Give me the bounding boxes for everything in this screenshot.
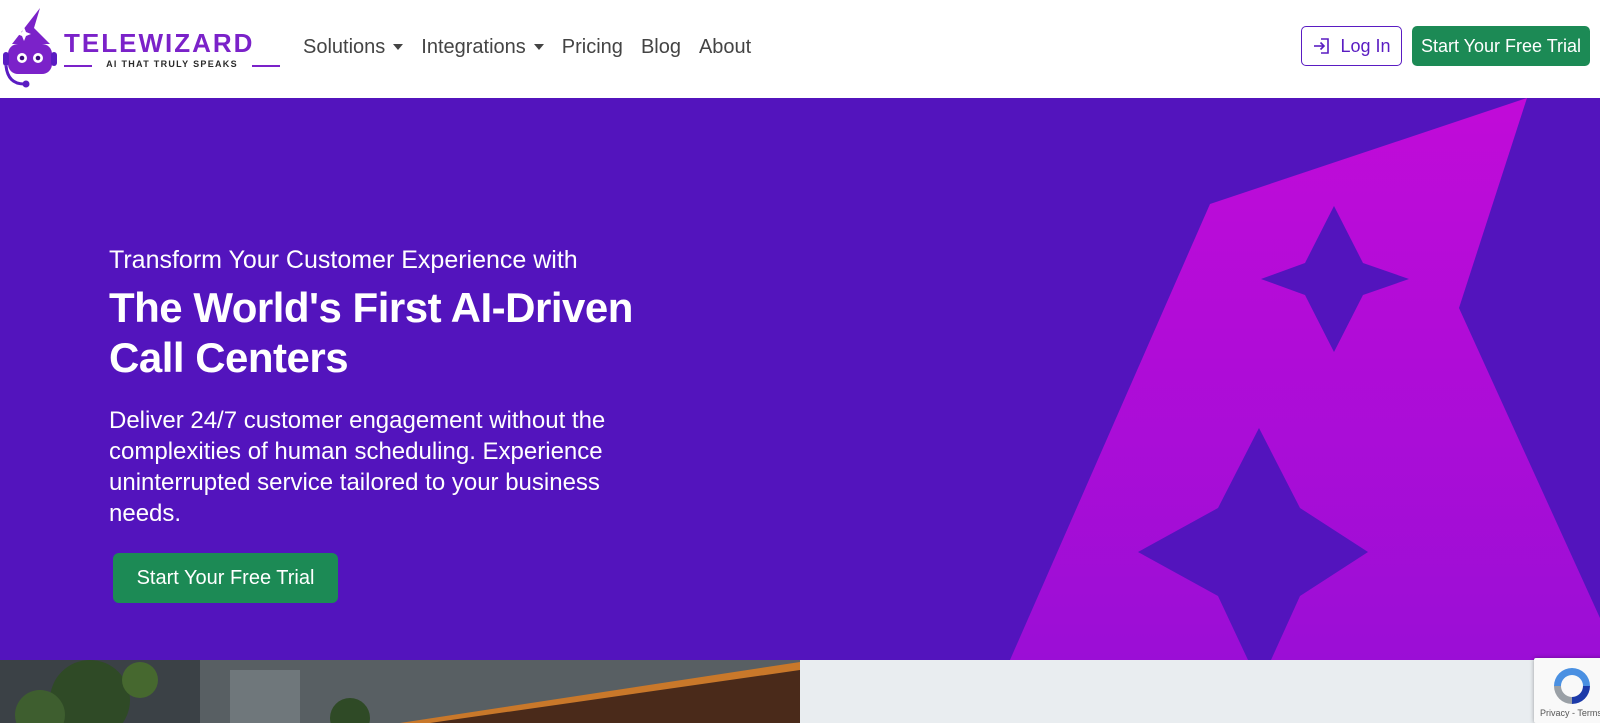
hero-title: The World's First AI-Driven Call Centers — [109, 284, 633, 381]
login-label: Log In — [1340, 35, 1391, 56]
hero-description: Deliver 24/7 customer engagement without… — [109, 407, 606, 527]
content-panel — [800, 660, 1600, 723]
nav-solutions-dropdown[interactable]: Solutions — [303, 35, 404, 59]
tagline-divider-right — [252, 65, 280, 67]
chevron-down-icon — [533, 44, 544, 50]
recaptcha-icon — [1554, 668, 1590, 704]
hero-free-trial-button[interactable]: Start Your Free Trial — [113, 553, 338, 603]
nav-about-link[interactable]: About — [699, 36, 751, 59]
nav-about-label: About — [698, 35, 752, 58]
office-photo — [0, 660, 800, 723]
navbar: TELEWIZARD AI THAT TRULY SPEAKS Solution… — [0, 0, 1600, 99]
login-button[interactable]: Log In — [1301, 26, 1402, 66]
brand-name: TELEWIZARD — [64, 28, 255, 58]
wizard-robot-icon — [3, 8, 57, 88]
nav-pricing-link[interactable]: Pricing — [562, 36, 623, 59]
nav-pricing-label: Pricing — [561, 35, 623, 58]
nav-free-trial-label: Start Your Free Trial — [1420, 35, 1582, 56]
brand-logo[interactable]: TELEWIZARD AI THAT TRULY SPEAKS — [0, 6, 290, 90]
nav-solutions-label: Solutions — [303, 35, 386, 58]
tagline-divider-left — [64, 65, 92, 67]
recaptcha-links[interactable]: Privacy - Terms — [1540, 708, 1600, 718]
nav-integrations-label: Integrations — [421, 35, 526, 58]
nav-integrations-dropdown[interactable]: Integrations — [421, 36, 544, 59]
main-nav: Solutions Integrations Pricing Blog Abou… — [303, 30, 769, 64]
office-photo-image — [0, 660, 800, 723]
brand-tagline-wrap: AI THAT TRULY SPEAKS — [64, 59, 280, 71]
nav-free-trial-button[interactable]: Start Your Free Trial — [1412, 26, 1590, 66]
hero-free-trial-label: Start Your Free Trial — [136, 566, 315, 589]
brand-tagline: AI THAT TRULY SPEAKS — [106, 59, 238, 69]
hero-copy: Transform Your Customer Experience with … — [109, 245, 669, 529]
hero-section: Transform Your Customer Experience with … — [0, 98, 1600, 660]
hero-kicker: Transform Your Customer Experience with — [109, 246, 578, 274]
chevron-down-icon — [393, 44, 404, 50]
sign-in-icon — [1314, 38, 1330, 54]
nav-blog-label: Blog — [640, 35, 681, 58]
recaptcha-badge[interactable]: Privacy - Terms — [1534, 658, 1600, 723]
nav-blog-link[interactable]: Blog — [641, 36, 681, 59]
